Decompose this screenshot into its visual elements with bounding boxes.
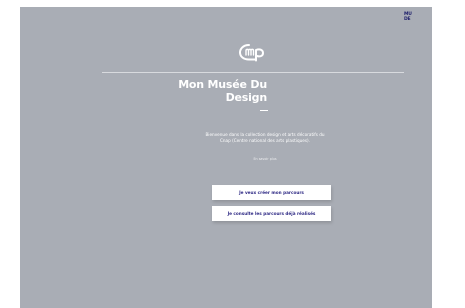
- view-routes-button[interactable]: Je consulte les parcours déjà réalisés: [212, 206, 331, 221]
- learn-more-link[interactable]: En savoir plus: [245, 157, 285, 161]
- page-title: Mon Musée Du Design: [147, 78, 267, 104]
- intro-line: Cnap (Centre national des arts plastique…: [219, 138, 310, 143]
- brand-mark-icon: MU DE: [404, 12, 416, 25]
- intro-text: Bienvenue dans la collection design et a…: [180, 132, 350, 144]
- create-route-button[interactable]: Je veux créer mon parcours: [212, 185, 331, 200]
- header-divider: [102, 72, 404, 73]
- brand-mark-line: DE: [404, 16, 411, 22]
- app-screen: MU DE Mon Musée Du Design Bienvenue dans…: [20, 7, 432, 308]
- page-title-line: Mon Musée Du: [178, 78, 267, 91]
- page-title-line: Design: [225, 91, 268, 104]
- title-underline: [260, 110, 268, 111]
- cnap-logo-icon: [238, 44, 265, 62]
